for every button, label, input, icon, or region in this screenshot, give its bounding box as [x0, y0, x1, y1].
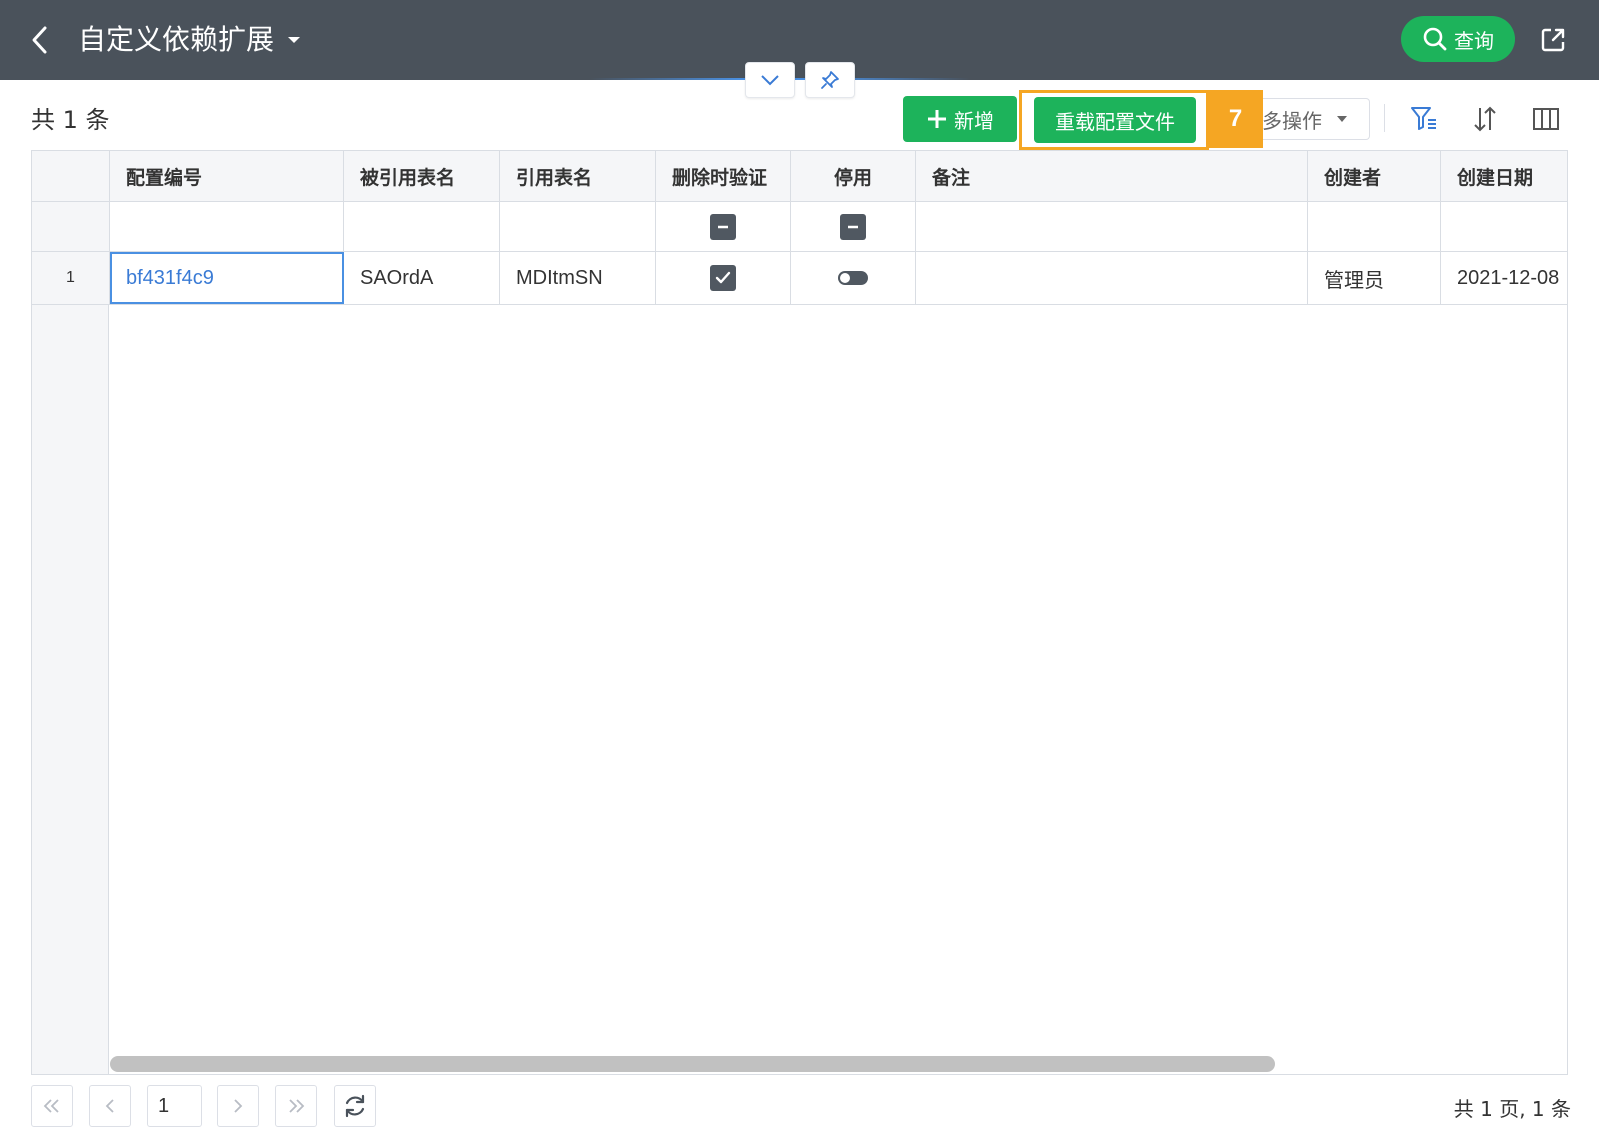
- column-header[interactable]: 配置编号: [110, 151, 344, 201]
- filter-cell: [656, 202, 791, 251]
- table-row[interactable]: 1 bf431f4c9 SAOrdA MDItmSN 管理员 2021-12-0…: [32, 252, 1567, 305]
- more-operations-label: 多操作: [1262, 108, 1322, 133]
- query-button-label: 查询: [1454, 28, 1494, 53]
- grid-header-row: 配置编号 被引用表名 引用表名 删除时验证 停用 备注 创建者 创建日期: [32, 151, 1567, 202]
- column-header[interactable]: 停用: [791, 151, 916, 201]
- double-chevron-right-icon: [289, 1099, 305, 1113]
- check-icon: [715, 271, 731, 284]
- next-page-button[interactable]: [217, 1085, 259, 1127]
- column-header[interactable]: 被引用表名: [344, 151, 500, 201]
- disabled-cell: [791, 252, 916, 304]
- column-header[interactable]: 引用表名: [500, 151, 656, 201]
- double-chevron-left-icon: [43, 1099, 59, 1113]
- caret-down-icon: [288, 37, 300, 43]
- export-button[interactable]: [1535, 22, 1571, 58]
- validate-on-delete-checkbox[interactable]: [710, 265, 736, 291]
- pin-icon: [821, 71, 839, 89]
- page-number-input[interactable]: [147, 1085, 202, 1127]
- reload-config-button[interactable]: 重载配置文件: [1034, 97, 1196, 143]
- filter-cell[interactable]: [1441, 202, 1567, 251]
- referencing-table-cell[interactable]: MDItmSN: [500, 252, 656, 304]
- app-header: 自定义依赖扩展 查询: [0, 0, 1599, 80]
- chevron-left-icon: [105, 1099, 114, 1113]
- caret-down-icon: [1337, 116, 1347, 122]
- pin-query-panel-button[interactable]: [805, 62, 855, 98]
- indeterminate-checkbox[interactable]: [710, 213, 736, 240]
- minus-icon: [848, 225, 858, 228]
- row-number-header: [32, 151, 110, 201]
- first-page-button[interactable]: [31, 1085, 73, 1127]
- indeterminate-checkbox[interactable]: [840, 213, 866, 240]
- more-operations-dropdown[interactable]: 多操作: [1262, 98, 1370, 140]
- filter-icon: [1411, 107, 1436, 130]
- row-number: 1: [32, 252, 110, 304]
- query-button[interactable]: 查询: [1401, 16, 1515, 62]
- title-dropdown-toggle[interactable]: [282, 30, 306, 50]
- column-header[interactable]: 创建日期: [1441, 151, 1567, 201]
- validate-on-delete-cell: [656, 252, 791, 304]
- add-button[interactable]: 新增: [903, 96, 1017, 142]
- filter-cell: [791, 202, 916, 251]
- created-date-cell[interactable]: 2021-12-08: [1441, 252, 1567, 304]
- grid-filter-row: [32, 202, 1567, 252]
- reload-config-label: 重载配置文件: [1055, 109, 1175, 134]
- column-header[interactable]: 删除时验证: [656, 151, 791, 201]
- filter-cell[interactable]: [110, 202, 344, 251]
- search-icon: [1423, 27, 1447, 51]
- sort-button[interactable]: [1468, 102, 1502, 136]
- config-id-cell[interactable]: bf431f4c9: [110, 252, 344, 304]
- external-link-icon: [1541, 28, 1565, 52]
- config-id-link[interactable]: bf431f4c9: [126, 267, 214, 290]
- filter-button[interactable]: [1407, 102, 1441, 136]
- referenced-table-cell[interactable]: SAOrdA: [344, 252, 500, 304]
- toolbar-divider: [1384, 104, 1385, 132]
- refresh-button[interactable]: [334, 1085, 376, 1127]
- column-header[interactable]: 创建者: [1308, 151, 1441, 201]
- record-count: 共 1 条: [31, 106, 110, 134]
- disabled-toggle[interactable]: [838, 271, 868, 285]
- filter-cell[interactable]: [916, 202, 1308, 251]
- plus-icon: [928, 110, 946, 128]
- step-badge: 7: [1208, 90, 1263, 148]
- filter-cell[interactable]: [500, 202, 656, 251]
- last-page-button[interactable]: [275, 1085, 317, 1127]
- filter-cell[interactable]: [344, 202, 500, 251]
- chevron-down-icon: [761, 75, 779, 86]
- horizontal-scrollbar[interactable]: [110, 1056, 1275, 1072]
- columns-icon: [1533, 108, 1559, 130]
- chevron-right-icon: [234, 1099, 243, 1113]
- minus-icon: [718, 225, 728, 228]
- back-button[interactable]: [24, 24, 56, 56]
- pager-summary: 共 1 页, 1 条: [1453, 1097, 1571, 1121]
- add-button-label: 新增: [954, 108, 994, 133]
- filter-cell[interactable]: [1308, 202, 1441, 251]
- data-grid: 配置编号 被引用表名 引用表名 删除时验证 停用 备注 创建者 创建日期 1 b…: [31, 150, 1568, 1075]
- column-header[interactable]: 备注: [916, 151, 1308, 201]
- columns-button[interactable]: [1529, 102, 1563, 136]
- sort-icon: [1474, 106, 1496, 132]
- remark-cell[interactable]: [916, 252, 1308, 304]
- refresh-icon: [345, 1094, 365, 1118]
- chevron-left-icon: [32, 26, 47, 54]
- filter-row-gutter: [32, 202, 110, 251]
- page-title: 自定义依赖扩展: [78, 23, 275, 56]
- creator-cell[interactable]: 管理员: [1308, 252, 1441, 304]
- collapse-query-panel-button[interactable]: [745, 62, 795, 98]
- prev-page-button[interactable]: [89, 1085, 131, 1127]
